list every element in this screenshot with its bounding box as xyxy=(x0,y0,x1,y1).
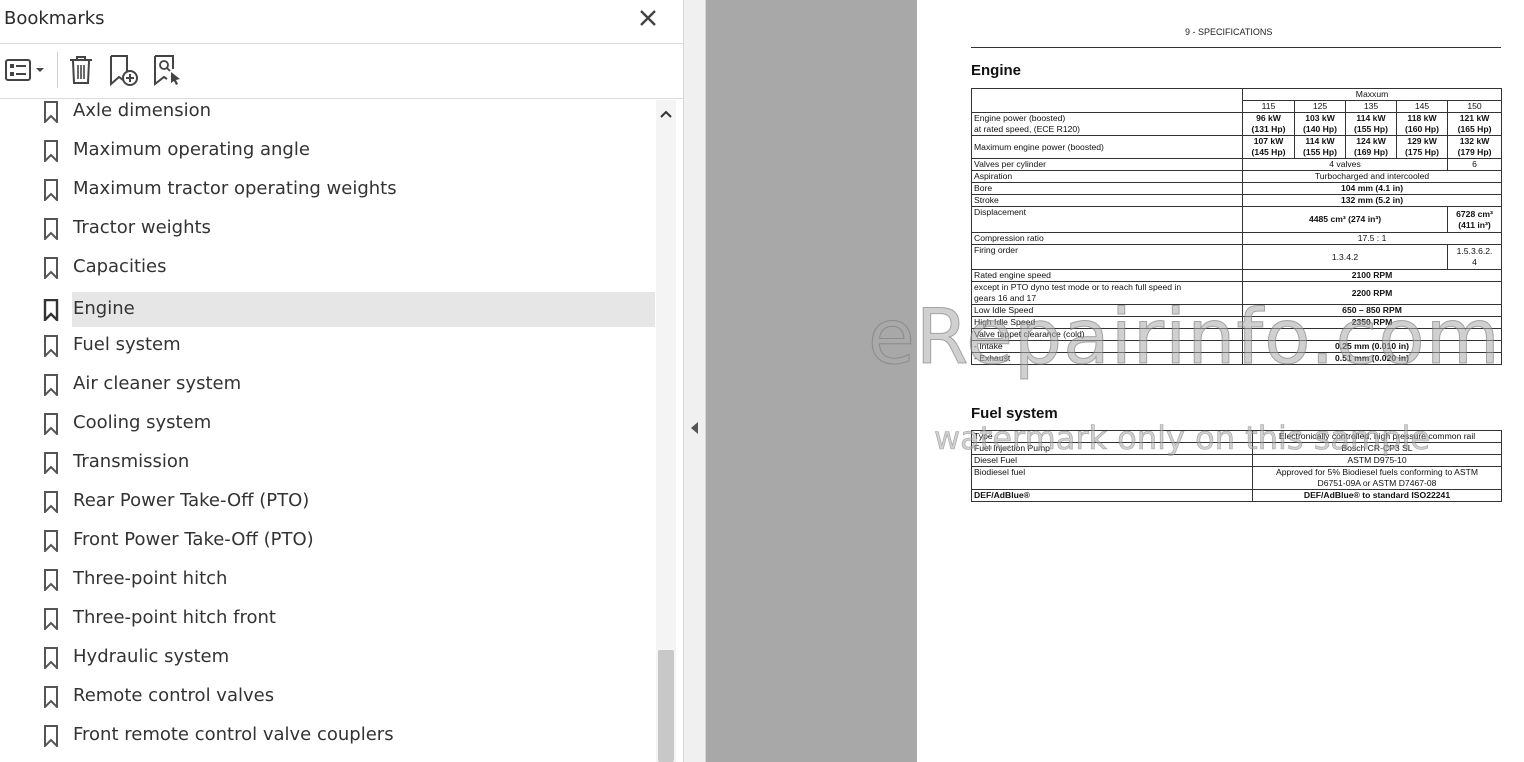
table-row: Biodiesel fuel Approved for 5% Biodiesel… xyxy=(971,466,1502,490)
bookmarks-title: Bookmarks xyxy=(4,8,105,29)
table-row: Valves per cylinder 4 valves 6 xyxy=(971,158,1503,171)
bookmark-item[interactable]: Axle dimension xyxy=(40,99,655,129)
table-row: - Exhaust 0.51 mm (0.020 in) xyxy=(971,352,1503,365)
table-row: Fuel Injection Pump Bosch CR-CP3 SL xyxy=(971,442,1502,455)
bookmarks-toolbar xyxy=(0,45,684,99)
trash-icon[interactable] xyxy=(66,53,96,87)
table-row: Compression ratio 17.5 : 1 xyxy=(971,232,1503,245)
bookmark-item[interactable]: Fuel system xyxy=(40,328,655,363)
table-row: High Idle Speed 2350 RPM xyxy=(971,316,1503,329)
header-rule xyxy=(971,47,1501,48)
bookmark-icon xyxy=(44,257,58,279)
bookmark-item[interactable]: Maximum tractor operating weights xyxy=(40,172,655,207)
panel-splitter[interactable] xyxy=(684,0,706,762)
table-row: Firing order 1.3.4.2 1.5.3.6.2. 4 xyxy=(971,244,1503,270)
scrollbar-thumb[interactable] xyxy=(658,650,674,762)
table-row: Diesel Fuel ASTM D975-10 xyxy=(971,454,1502,467)
table-row: Maximum engine power (boosted) 107 kW (14… xyxy=(971,135,1503,159)
bookmark-icon xyxy=(44,452,58,474)
bookmark-search-icon[interactable] xyxy=(151,53,183,87)
bookmark-item[interactable]: Three-point hitch xyxy=(40,562,655,597)
table-row: Bore 104 mm (4.1 in) xyxy=(971,182,1503,195)
engine-spec-table: Maxxum 115 125 135 145 150 Engine power … xyxy=(971,88,1503,365)
fuel-spec-table: Type Electronically controlled, high pre… xyxy=(971,430,1502,502)
collapse-panel-icon[interactable] xyxy=(689,421,699,435)
bookmark-icon xyxy=(44,218,58,240)
table-row: Type Electronically controlled, high pre… xyxy=(971,430,1502,443)
fuel-section-title: Fuel system xyxy=(971,405,1058,422)
document-background xyxy=(706,0,917,762)
toolbar-separator xyxy=(57,52,58,88)
bookmark-icon xyxy=(44,569,58,591)
table-row: Valve tappet clearance (cold) xyxy=(971,328,1503,341)
bookmark-item[interactable]: Tractor weights xyxy=(40,211,655,246)
bookmark-icon xyxy=(44,179,58,201)
bookmark-item[interactable]: Rear Power Take-Off (PTO) xyxy=(40,484,655,519)
bookmark-icon xyxy=(44,608,58,630)
bookmark-item[interactable]: Capacities xyxy=(40,250,655,285)
table-row: Low Idle Speed 650 – 850 RPM xyxy=(971,304,1503,317)
table-row: except in PTO dyno test mode or to reach… xyxy=(971,281,1503,305)
bookmark-item[interactable]: Transmission xyxy=(40,445,655,480)
close-icon[interactable] xyxy=(636,6,660,30)
bookmark-icon xyxy=(44,140,58,162)
table-row: Displacement 4485 cm³ (274 in³) 6728 cm³… xyxy=(971,206,1503,233)
bookmarks-scrollbar[interactable] xyxy=(656,100,676,762)
bookmark-icon xyxy=(44,335,58,357)
bookmark-item[interactable]: Hydraulic system xyxy=(40,640,655,675)
bookmark-item-selected[interactable]: Engine xyxy=(43,292,655,327)
engine-section-title: Engine xyxy=(971,62,1022,79)
bookmark-item[interactable]: Three-point hitch front xyxy=(40,601,655,636)
document-page: 9 - SPECIFICATIONS Engine Maxxum 115 125… xyxy=(917,0,1524,762)
bookmark-icon xyxy=(44,725,58,747)
scroll-up-icon[interactable] xyxy=(656,106,676,122)
table-row: Maxxum xyxy=(971,88,1503,113)
bookmark-icon xyxy=(44,374,58,396)
bookmark-icon xyxy=(44,491,58,513)
bookmark-item[interactable]: Maximum operating angle xyxy=(40,133,655,168)
page-header: 9 - SPECIFICATIONS xyxy=(1185,27,1273,37)
table-row: Rated engine speed 2100 RPM xyxy=(971,269,1503,282)
bookmark-icon xyxy=(44,413,58,435)
bookmark-item[interactable]: Air cleaner system xyxy=(40,367,655,402)
bookmark-icon xyxy=(43,299,59,321)
bookmark-list: Axle dimension Maximum operating angle M… xyxy=(0,99,656,762)
bookmark-item[interactable]: Front Power Take-Off (PTO) xyxy=(40,523,655,558)
table-row: Stroke 132 mm (5.2 in) xyxy=(971,194,1503,207)
bookmark-icon xyxy=(44,530,58,552)
bookmark-item[interactable]: Remote control valves xyxy=(40,679,655,714)
bookmark-icon xyxy=(44,686,58,708)
bookmarks-panel: Bookmarks Axle dimension Maximum operati… xyxy=(0,0,684,762)
table-row: - Intake 0.25 mm (0.010 in) xyxy=(971,340,1503,353)
bookmark-icon xyxy=(44,647,58,669)
bookmark-item[interactable]: Cooling system xyxy=(40,406,655,441)
table-row: Engine power (boosted) at rated speed, (E… xyxy=(971,112,1503,136)
bookmark-item[interactable]: Front remote control valve couplers xyxy=(40,718,655,753)
bookmark-icon xyxy=(44,101,58,123)
list-options-icon[interactable] xyxy=(4,53,48,87)
table-row: Aspiration Turbocharged and intercooled xyxy=(971,170,1503,183)
bookmarks-header: Bookmarks xyxy=(0,0,684,44)
bookmark-add-icon[interactable] xyxy=(107,53,141,87)
table-row: DEF/AdBlue® DEF/AdBlue® to standard ISO2… xyxy=(971,489,1502,502)
